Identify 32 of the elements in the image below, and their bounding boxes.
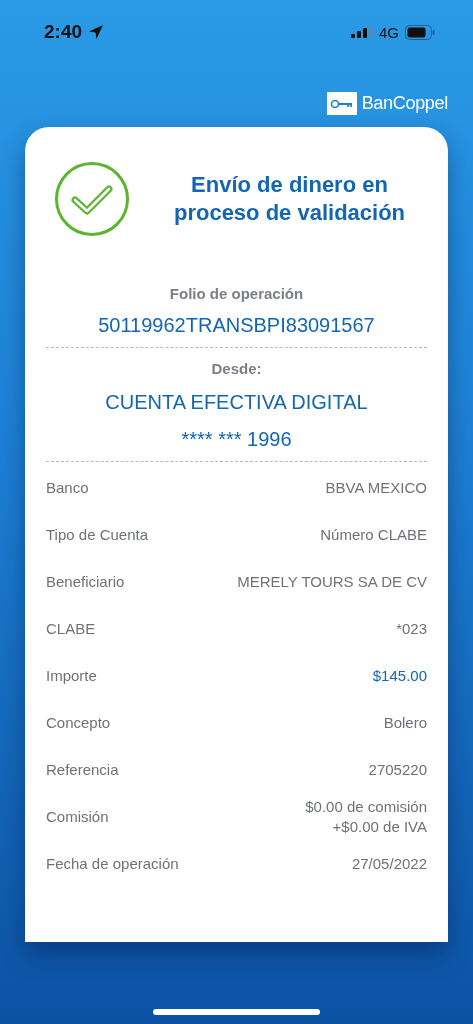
account-name: CUENTA EFECTIVA DIGITAL [105,391,368,414]
key-icon [329,98,354,109]
detail-value: $145.00 [372,665,427,686]
network-label: 4G [379,23,399,41]
detail-label: CLABE [46,620,96,637]
folio-number: 50119962TRANSBPI83091567 [98,314,375,337]
detail-label: Fecha de operación [46,855,179,872]
detail-label: Comisión [46,808,109,825]
clock-time: 2:40 [44,21,83,43]
detail-label: Tipo de Cuenta [46,526,148,543]
detail-value: BBVA MEXICO [325,477,427,498]
detail-label: Concepto [46,714,111,731]
detail-value: *023 [396,618,427,639]
account-number: **** *** 1996 [181,428,292,451]
brand-name: BanCoppel [361,93,448,114]
location-arrow-icon [88,24,105,40]
detail-value: Número CLABE [320,524,427,545]
check-circle-icon [54,161,130,237]
detail-label: Beneficiario [46,573,125,590]
detail-label: Importe [46,667,97,684]
detail-label: Referencia [46,761,119,778]
detail-value: Bolero [383,712,427,733]
folio-label: Folio de operación [169,285,304,302]
detail-value: $0.00 de comisión +$0.00 de IVA [305,796,427,837]
status-title: Envío de dinero en proceso de validación [172,171,407,227]
detail-label: Banco [46,479,89,496]
detail-value: MERELY TOURS SA DE CV [237,571,427,592]
detail-value: 2705220 [368,759,427,780]
detail-value: 27/05/2022 [351,853,427,874]
source-label: Desde: [211,360,262,377]
battery-icon [405,24,435,40]
signal-icon [351,26,373,38]
